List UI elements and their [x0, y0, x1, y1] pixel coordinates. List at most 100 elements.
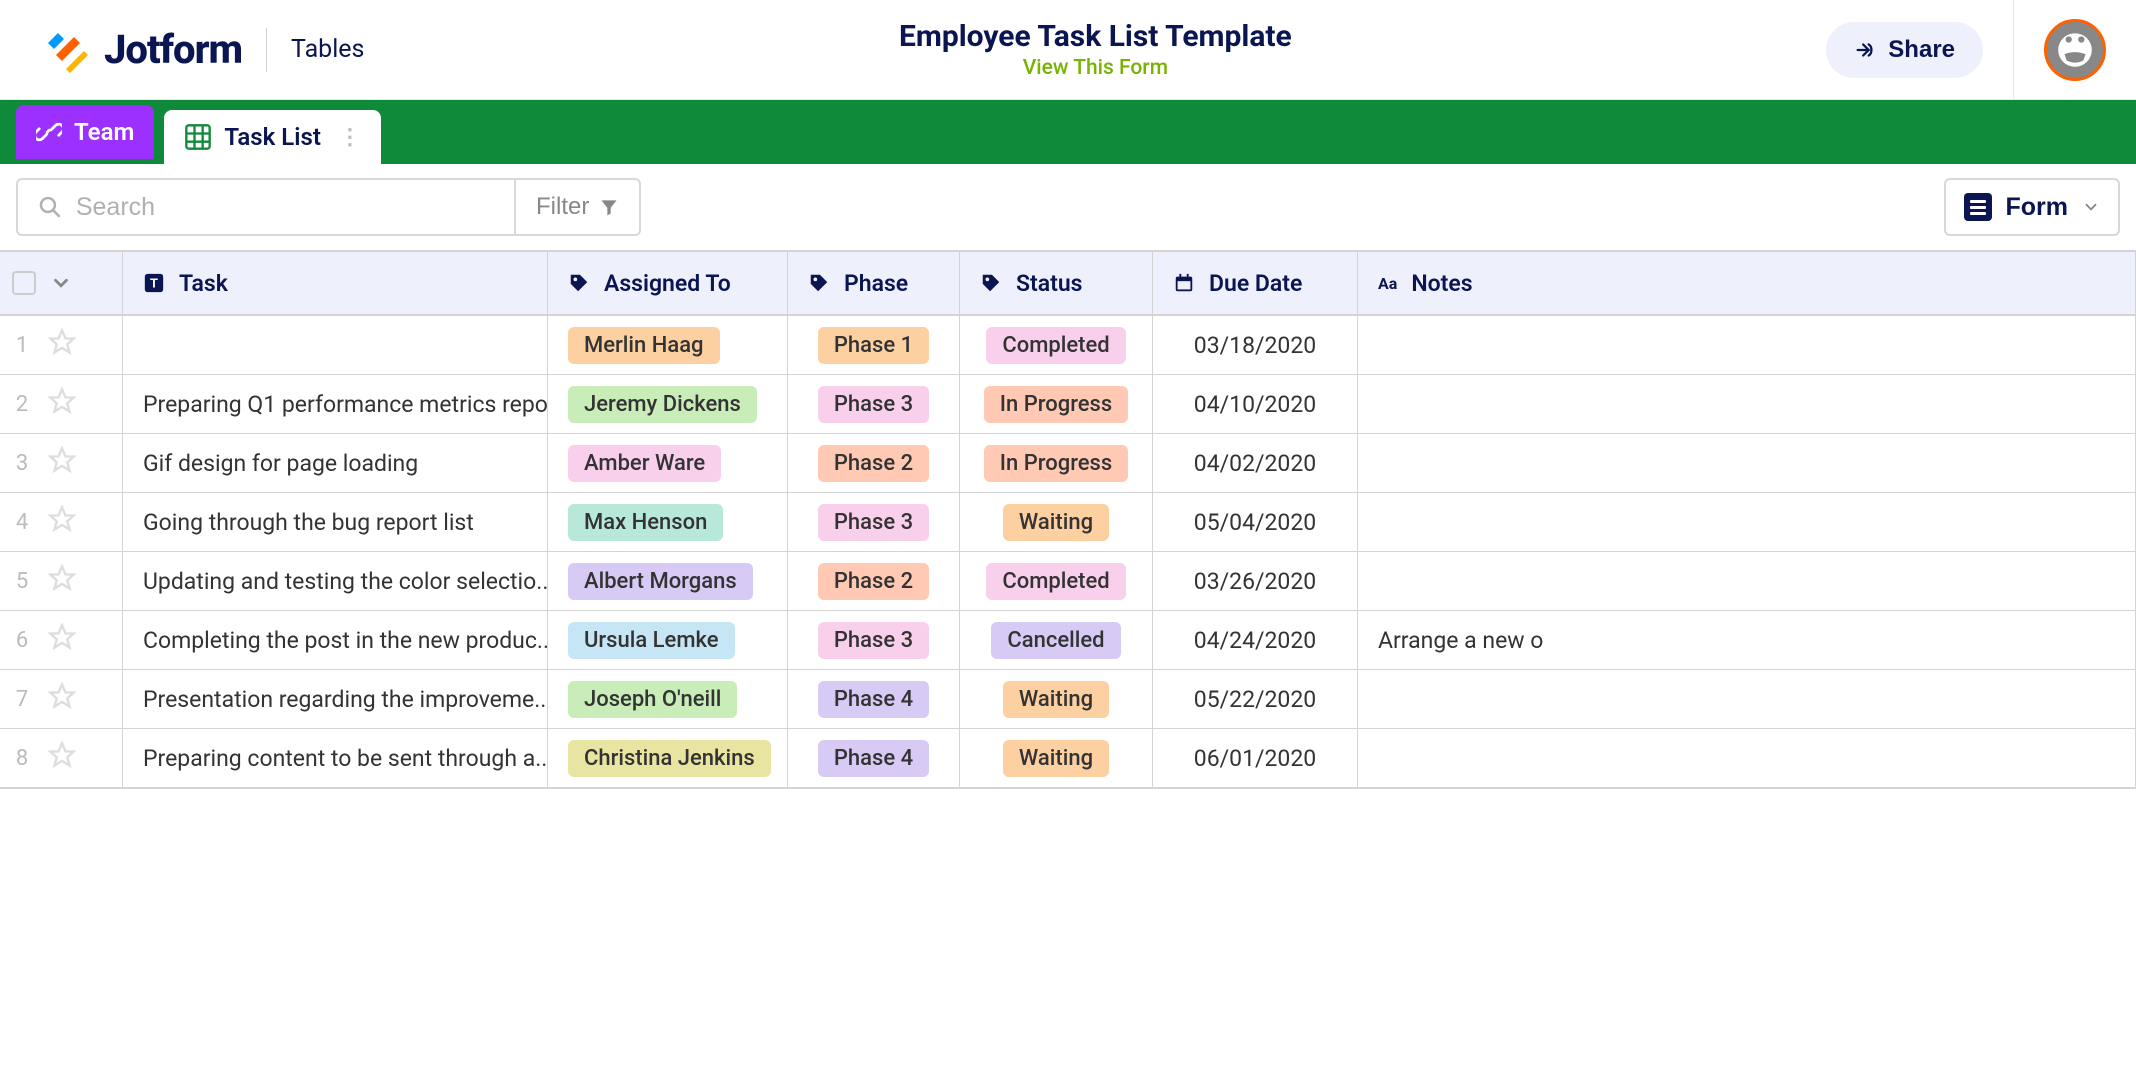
notes-cell[interactable] — [1358, 375, 2136, 433]
phase-cell[interactable]: Phase 3 — [788, 611, 960, 669]
task-cell[interactable]: Going through the bug report list — [123, 493, 548, 551]
header-due[interactable]: Due Date — [1153, 252, 1358, 314]
assignee-cell[interactable]: Merlin Haag — [548, 316, 788, 374]
task-cell[interactable]: Preparing Q1 performance metrics report — [123, 375, 548, 433]
assignee-tag: Ursula Lemke — [568, 622, 735, 659]
due-date-cell[interactable]: 04/02/2020 — [1153, 434, 1358, 492]
text-type-icon: Aa — [1378, 274, 1397, 293]
task-cell[interactable] — [123, 316, 548, 374]
phase-cell[interactable]: Phase 2 — [788, 552, 960, 610]
table-row[interactable]: 5Updating and testing the color selectio… — [0, 552, 2136, 611]
table-row[interactable]: 7Presentation regarding the improveme...… — [0, 670, 2136, 729]
due-date-cell[interactable]: 04/10/2020 — [1153, 375, 1358, 433]
header-status[interactable]: Status — [960, 252, 1153, 314]
search-input[interactable] — [76, 193, 494, 222]
assignee-cell[interactable]: Ursula Lemke — [548, 611, 788, 669]
select-all-checkbox[interactable] — [12, 271, 36, 295]
star-icon[interactable] — [48, 741, 76, 775]
task-cell[interactable]: Presentation regarding the improveme... — [123, 670, 548, 728]
star-icon[interactable] — [48, 505, 76, 539]
section-label[interactable]: Tables — [291, 35, 364, 64]
phase-cell[interactable]: Phase 2 — [788, 434, 960, 492]
task-cell[interactable]: Completing the post in the new produc... — [123, 611, 548, 669]
phase-cell[interactable]: Phase 4 — [788, 670, 960, 728]
team-tab-label: Team — [74, 118, 134, 146]
notes-cell[interactable] — [1358, 493, 2136, 551]
assignee-cell[interactable]: Christina Jenkins — [548, 729, 788, 787]
star-icon[interactable] — [48, 446, 76, 480]
assignee-cell[interactable]: Max Henson — [548, 493, 788, 551]
table-row[interactable]: 6Completing the post in the new produc..… — [0, 611, 2136, 670]
user-avatar[interactable] — [2044, 19, 2106, 81]
due-date-cell[interactable]: 05/04/2020 — [1153, 493, 1358, 551]
table-row[interactable]: 3Gif design for page loadingAmber WarePh… — [0, 434, 2136, 493]
phase-cell[interactable]: Phase 4 — [788, 729, 960, 787]
star-icon[interactable] — [48, 564, 76, 598]
star-icon[interactable] — [48, 387, 76, 421]
team-tab[interactable]: Team — [16, 105, 154, 159]
row-number: 2 — [12, 392, 32, 417]
tab-menu-icon[interactable]: ⋮ — [339, 125, 361, 150]
assignee-cell[interactable]: Albert Morgans — [548, 552, 788, 610]
status-cell[interactable]: In Progress — [960, 375, 1153, 433]
table-row[interactable]: 1 Merlin HaagPhase 1Completed03/18/2020 — [0, 316, 2136, 375]
chevron-down-icon[interactable] — [50, 272, 72, 294]
status-cell[interactable]: Cancelled — [960, 611, 1153, 669]
notes-cell[interactable] — [1358, 434, 2136, 492]
form-view-button[interactable]: Form — [1944, 178, 2121, 236]
task-cell[interactable]: Updating and testing the color selectio.… — [123, 552, 548, 610]
share-button[interactable]: Share — [1826, 22, 1983, 78]
row-number: 1 — [12, 333, 32, 358]
due-date-cell[interactable]: 04/24/2020 — [1153, 611, 1358, 669]
notes-cell[interactable]: Arrange a new o — [1358, 611, 2136, 669]
due-date-cell[interactable]: 03/18/2020 — [1153, 316, 1358, 374]
phase-tag: Phase 4 — [818, 740, 929, 777]
row-index-cell: 8 — [0, 729, 123, 787]
filter-button[interactable]: Filter — [516, 178, 641, 236]
task-cell[interactable]: Gif design for page loading — [123, 434, 548, 492]
star-icon[interactable] — [48, 682, 76, 716]
star-icon[interactable] — [48, 328, 76, 362]
notes-cell[interactable] — [1358, 729, 2136, 787]
search-box[interactable] — [16, 178, 516, 236]
status-cell[interactable]: Waiting — [960, 670, 1153, 728]
star-icon[interactable] — [48, 623, 76, 657]
table-header: T Task Assigned To Phase Status Due Date… — [0, 252, 2136, 316]
share-label: Share — [1888, 36, 1955, 64]
status-cell[interactable]: Completed — [960, 316, 1153, 374]
status-cell[interactable]: Waiting — [960, 493, 1153, 551]
phase-cell[interactable]: Phase 1 — [788, 316, 960, 374]
due-date-cell[interactable]: 05/22/2020 — [1153, 670, 1358, 728]
status-cell[interactable]: Waiting — [960, 729, 1153, 787]
phase-cell[interactable]: Phase 3 — [788, 493, 960, 551]
header-phase[interactable]: Phase — [788, 252, 960, 314]
tag-icon — [808, 272, 830, 294]
table-row[interactable]: 8Preparing content to be sent through a.… — [0, 729, 2136, 788]
status-tag: Completed — [986, 563, 1125, 600]
view-form-link[interactable]: View This Form — [1023, 56, 1168, 80]
assignee-cell[interactable]: Joseph O'neill — [548, 670, 788, 728]
notes-cell[interactable] — [1358, 316, 2136, 374]
status-tag: Waiting — [1003, 681, 1109, 718]
tag-icon — [568, 272, 590, 294]
notes-cell[interactable] — [1358, 670, 2136, 728]
assignee-cell[interactable]: Jeremy Dickens — [548, 375, 788, 433]
header-assigned[interactable]: Assigned To — [548, 252, 788, 314]
header-notes[interactable]: Aa Notes — [1358, 252, 2136, 314]
table-row[interactable]: 2 Preparing Q1 performance metrics report… — [0, 375, 2136, 434]
phase-tag: Phase 3 — [818, 622, 929, 659]
due-date-cell[interactable]: 03/26/2020 — [1153, 552, 1358, 610]
header-task[interactable]: T Task — [123, 252, 548, 314]
phase-tag: Phase 3 — [818, 504, 929, 541]
assignee-tag: Christina Jenkins — [568, 740, 771, 777]
task-list-tab[interactable]: Task List ⋮ — [164, 110, 381, 164]
status-cell[interactable]: Completed — [960, 552, 1153, 610]
phase-cell[interactable]: Phase 3 — [788, 375, 960, 433]
table-row[interactable]: 4Going through the bug report listMax He… — [0, 493, 2136, 552]
notes-cell[interactable] — [1358, 552, 2136, 610]
task-cell[interactable]: Preparing content to be sent through a..… — [123, 729, 548, 787]
due-date-cell[interactable]: 06/01/2020 — [1153, 729, 1358, 787]
assignee-cell[interactable]: Amber Ware — [548, 434, 788, 492]
brand-logo[interactable]: Jotform — [40, 25, 242, 75]
status-cell[interactable]: In Progress — [960, 434, 1153, 492]
